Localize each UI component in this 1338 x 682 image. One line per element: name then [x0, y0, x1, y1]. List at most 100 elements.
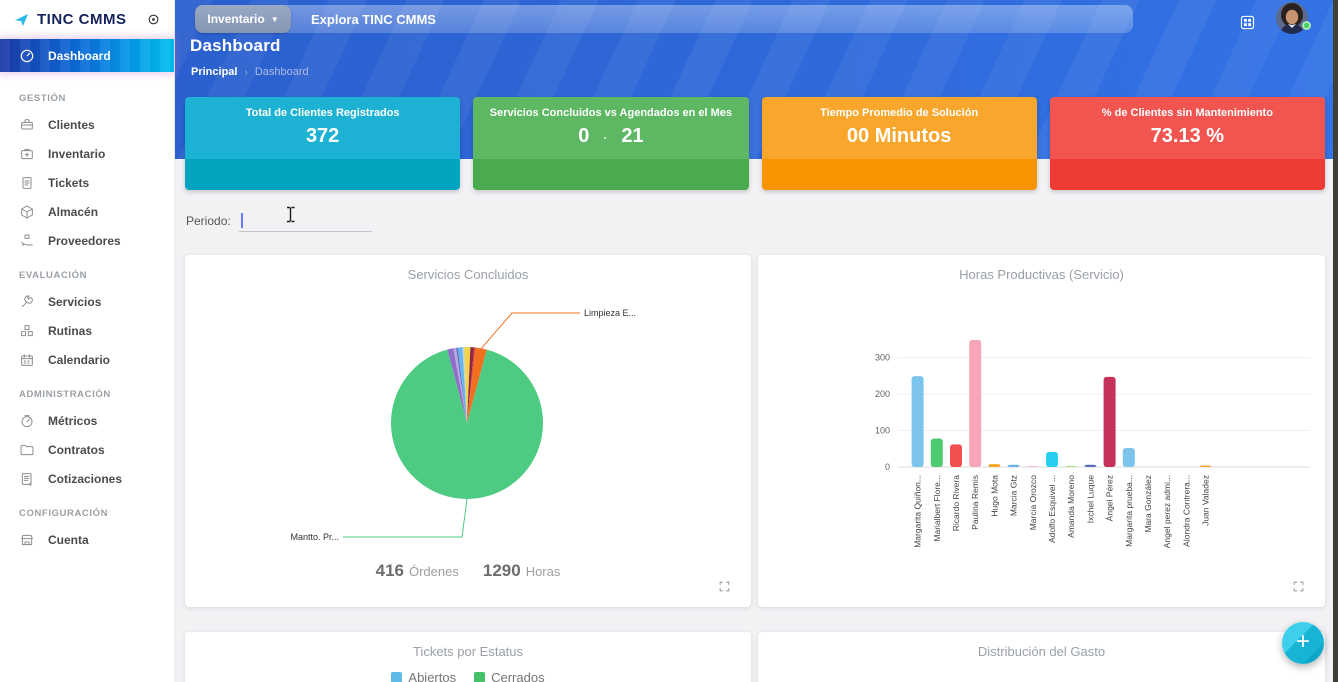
expand-icon[interactable] [718, 580, 731, 593]
svg-text:Mantto. Pr...: Mantto. Pr... [290, 532, 339, 542]
sidebar: TINC CMMS Dashboard GESTIÓNClientesInven… [0, 0, 175, 682]
folder-icon [19, 442, 35, 458]
sidebar-item-label: Rutinas [48, 324, 92, 338]
stat-card-clientes: Total de Clientes Registrados 372 [185, 97, 460, 190]
avatar[interactable] [1276, 2, 1308, 34]
sidebar-item-label: Calendario [48, 353, 110, 367]
orders-label: Órdenes [409, 564, 459, 579]
svg-text:Ixchel Luque: Ixchel Luque [1085, 475, 1095, 523]
svg-text:Limpieza E...: Limpieza E... [584, 308, 636, 318]
text-caret [241, 213, 243, 228]
expand-icon[interactable] [1292, 580, 1305, 593]
card-servicios-concluidos: Limpieza E...Mantto. Pr... Servicios Con… [185, 255, 751, 607]
sidebar-item-cuenta[interactable]: Cuenta [0, 525, 174, 554]
stat-separator: · [603, 131, 607, 145]
svg-text:Marialbert Flore...: Marialbert Flore... [932, 475, 942, 542]
plus-icon: + [1296, 628, 1310, 656]
sidebar-item-servicios[interactable]: Servicios [0, 287, 174, 316]
sidebar-item-clientes[interactable]: Clientes [0, 110, 174, 139]
sidebar-item-tickets[interactable]: Tickets [0, 168, 174, 197]
sidebar-sections: GESTIÓN Clientes Inventario Tickets Almacén P… [0, 78, 174, 554]
sidebar-item-label: Almacén [48, 205, 98, 219]
sidebar-item-inventario[interactable]: Inventario [0, 139, 174, 168]
sidebar-item-label: Inventario [48, 147, 105, 161]
card-title: Horas Productivas (Servicio) [758, 267, 1325, 282]
svg-text:Margarita Quiñon...: Margarita Quiñon... [913, 475, 923, 548]
sidebar-item-proveedores[interactable]: Proveedores [0, 226, 174, 255]
periodo-input[interactable] [239, 210, 372, 232]
card-tickets-por-estatus: Tickets por Estatus Abiertos Cerrados [185, 632, 751, 682]
breadcrumb: Principal › Dashboard [191, 66, 309, 78]
bar-chart[interactable]: 0100200300Margarita Quiñon...Marialbert … [758, 255, 1325, 607]
stat-value-2: 21 [621, 125, 643, 148]
sidebar-item-metricos[interactable]: Métricos [0, 406, 174, 435]
sidebar-item-label: Servicios [48, 295, 101, 309]
sidebar-item-label: Dashboard [48, 49, 111, 63]
sidebar-item-label: Métricos [48, 414, 97, 428]
card-title: Tickets por Estatus [185, 644, 751, 659]
sidebar-item-rutinas[interactable]: Rutinas [0, 316, 174, 345]
search-input[interactable]: Explora TINC CMMS [311, 12, 436, 27]
package-icon [19, 204, 35, 220]
clipboard-icon [19, 175, 35, 191]
sidebar-item-label: Contratos [48, 443, 105, 457]
sidebar-item-label: Clientes [48, 118, 95, 132]
sidebar-item-calendario[interactable]: Calendario [0, 345, 174, 374]
pie-footer: 416 Órdenes 1290 Horas [185, 561, 751, 581]
sidebar-item-label: Proveedores [48, 234, 121, 248]
sidebar-item-dashboard[interactable]: Dashboard [0, 39, 174, 72]
sidebar-item-contratos[interactable]: Contratos [0, 435, 174, 464]
svg-text:Marcia Orozco: Marcia Orozco [1028, 475, 1038, 531]
orders-value: 416 [376, 561, 404, 580]
add-button[interactable]: + [1282, 622, 1324, 664]
periodo-label: Periodo: [186, 214, 231, 232]
periodo-filter: Periodo: [186, 210, 372, 232]
online-status-dot [1302, 21, 1311, 30]
modules-icon[interactable] [1239, 14, 1256, 31]
calendar-icon [19, 352, 35, 368]
pie-chart[interactable]: Limpieza E... Mantto. Pr... [185, 255, 751, 607]
hours-label: Horas [526, 564, 561, 579]
svg-text:Marcia Gtz: Marcia Gtz [1009, 475, 1019, 516]
card-horas-productivas: 0100200300Margarita Quiñon...Marialbert … [758, 255, 1325, 607]
stat-value: 0 [578, 125, 589, 148]
svg-text:Alondra Contrera...: Alondra Contrera... [1181, 475, 1191, 547]
stat-cards-row: Total de Clientes Registrados 372 Servic… [185, 97, 1325, 190]
svg-text:Paulina Remis: Paulina Remis [970, 475, 980, 530]
hours-value: 1290 [483, 561, 521, 580]
context-dropdown-button[interactable]: Inventario ▼ [195, 5, 291, 33]
breadcrumb-chevron-icon: › [244, 67, 247, 78]
window-edge-strip [1333, 0, 1338, 682]
legend-cerrados[interactable]: Cerrados [474, 670, 544, 682]
global-search-bar[interactable]: Inventario ▼ Explora TINC CMMS [195, 5, 1133, 33]
kit-icon [19, 146, 35, 162]
breadcrumb-current: Dashboard [255, 66, 309, 78]
app-logo-icon [14, 12, 29, 27]
svg-text:Angel perez admi...: Angel perez admi... [1162, 475, 1172, 548]
bank-icon [19, 532, 35, 548]
briefcase-icon [19, 117, 35, 133]
svg-text:Amanda Moreno: Amanda Moreno [1066, 475, 1076, 538]
wrench-icon [19, 294, 35, 310]
dashboard-page: Inventario ▼ Explora TINC CMMS [0, 0, 1338, 682]
svg-text:100: 100 [875, 426, 890, 436]
stat-value: 73.13 % [1151, 125, 1224, 148]
sidebar-item-cotizaciones[interactable]: Cotizaciones [0, 464, 174, 493]
sidebar-section-label: GESTIÓN [0, 78, 174, 110]
sidebar-section-label: CONFIGURACIÓN [0, 493, 174, 525]
stat-value: 00 Minutos [847, 125, 951, 148]
record-circle-icon[interactable] [147, 13, 160, 26]
chevron-down-icon: ▼ [271, 15, 279, 24]
svg-text:Hugo Mota: Hugo Mota [989, 475, 999, 517]
card-title: Distribución del Gasto [758, 644, 1325, 659]
breadcrumb-root[interactable]: Principal [191, 66, 237, 78]
svg-text:Margarita prueba...: Margarita prueba... [1124, 475, 1134, 547]
svg-text:Adolfo Esquivel ...: Adolfo Esquivel ... [1047, 475, 1057, 543]
legend-abiertos[interactable]: Abiertos [391, 670, 456, 682]
legend-chip [391, 672, 402, 682]
stat-card-servicios: Servicios Concluidos vs Agendados en el … [473, 97, 748, 190]
sidebar-item-almacen[interactable]: Almacén [0, 197, 174, 226]
stat-card-tiempo: Tiempo Promedio de Solución 00 Minutos [762, 97, 1037, 190]
cubes-icon [19, 323, 35, 339]
stat-title: Servicios Concluidos vs Agendados en el … [473, 107, 748, 119]
